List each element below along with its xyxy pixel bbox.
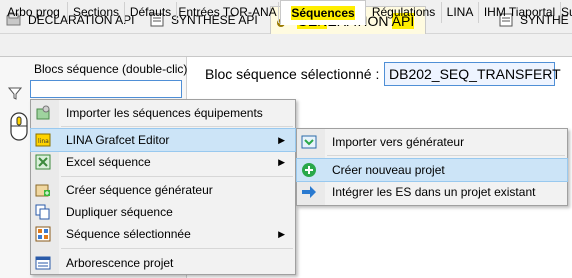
tab-regulations[interactable]: Régulations (366, 2, 442, 23)
menu-item-excel-sequence[interactable]: Excel séquence ▶ (31, 151, 295, 173)
menu-separator (61, 176, 293, 177)
tab-sections[interactable]: Sections (68, 2, 125, 23)
menu-item-label: Séquence sélectionnée (66, 227, 191, 241)
menu-item-label: LINA Grafcet Editor (66, 133, 170, 147)
menu-item-label: Importer les séquences équipements (66, 106, 263, 120)
selected-sequence-field[interactable]: DB202_SEQ_TRANSFERT (384, 62, 561, 86)
tab-label: Séquences (291, 6, 355, 20)
submenu-item-import-generator[interactable]: Importer vers générateur (297, 131, 567, 153)
submenu-item-integrate-es[interactable]: Intégrer les ES dans un projet existant (297, 181, 567, 203)
submenu-arrow-icon: ▶ (278, 228, 285, 239)
import-generator-icon (301, 134, 317, 150)
mouse-icon (10, 112, 28, 145)
section-tab-bar (0, 34, 572, 57)
menu-separator (61, 126, 293, 127)
menu-item-project-tree[interactable]: Arborescence projet (31, 252, 295, 274)
blocs-list-label: Blocs séquence (double-clic) (34, 62, 188, 76)
menu-item-duplicate-sequence[interactable]: Dupliquer séquence (31, 201, 295, 223)
tab-arbo-prog[interactable]: Arbo prog (0, 2, 68, 23)
submenu-item-label: Intégrer les ES dans un projet existant (332, 185, 536, 199)
submenu-arrow-icon: ▶ (278, 156, 285, 167)
sequence-icon (35, 226, 51, 242)
submenu-item-create-new-project[interactable]: Créer nouveau projet (296, 158, 568, 182)
submenu-item-label: Créer nouveau projet (332, 163, 445, 177)
tab-entrees-tor-ana[interactable]: Entrées TOR-ANA (177, 2, 279, 23)
blocs-sequence-list[interactable] (30, 80, 182, 98)
context-menu: Importer les séquences équipements lina … (30, 99, 296, 275)
menu-item-import-sequences[interactable]: Importer les séquences équipements (31, 102, 295, 124)
lina-submenu: Importer vers générateur Créer nouveau p… (296, 128, 568, 206)
import-icon (35, 105, 51, 121)
svg-text:lina: lina (38, 138, 49, 145)
create-sequence-icon (35, 182, 51, 198)
duplicate-icon (35, 204, 51, 220)
menu-item-label: Créer séquence générateur (66, 183, 213, 197)
lina-icon: lina (35, 132, 51, 148)
tree-icon (35, 255, 51, 271)
arrow-right-icon (301, 184, 317, 200)
tab-sequences[interactable]: Séquences (280, 0, 366, 25)
menu-item-lina-grafcet-editor[interactable]: lina LINA Grafcet Editor ▶ (30, 128, 296, 152)
tab-defauts[interactable]: Défauts (125, 2, 177, 23)
menu-item-label: Excel séquence (66, 155, 151, 169)
menu-item-label: Arborescence projet (66, 256, 174, 270)
menu-item-create-sequence-generator[interactable]: Créer séquence générateur (31, 179, 295, 201)
tab-su[interactable]: Su (561, 2, 572, 23)
menu-separator (61, 248, 293, 249)
filter-icon[interactable] (7, 86, 23, 103)
menu-separator (327, 155, 565, 156)
tab-lina[interactable]: LINA (442, 2, 479, 23)
menu-item-selected-sequence[interactable]: Séquence sélectionnée ▶ (31, 223, 295, 245)
add-circle-icon (301, 162, 317, 178)
tab-ihm-tiaportal[interactable]: IHM Tiaportal (479, 2, 561, 23)
menu-item-label: Dupliquer séquence (66, 205, 173, 219)
submenu-item-label: Importer vers générateur (332, 135, 465, 149)
submenu-arrow-icon: ▶ (278, 134, 285, 145)
selected-sequence-label: Bloc séquence sélectionné : (205, 66, 380, 82)
excel-icon (35, 154, 51, 170)
